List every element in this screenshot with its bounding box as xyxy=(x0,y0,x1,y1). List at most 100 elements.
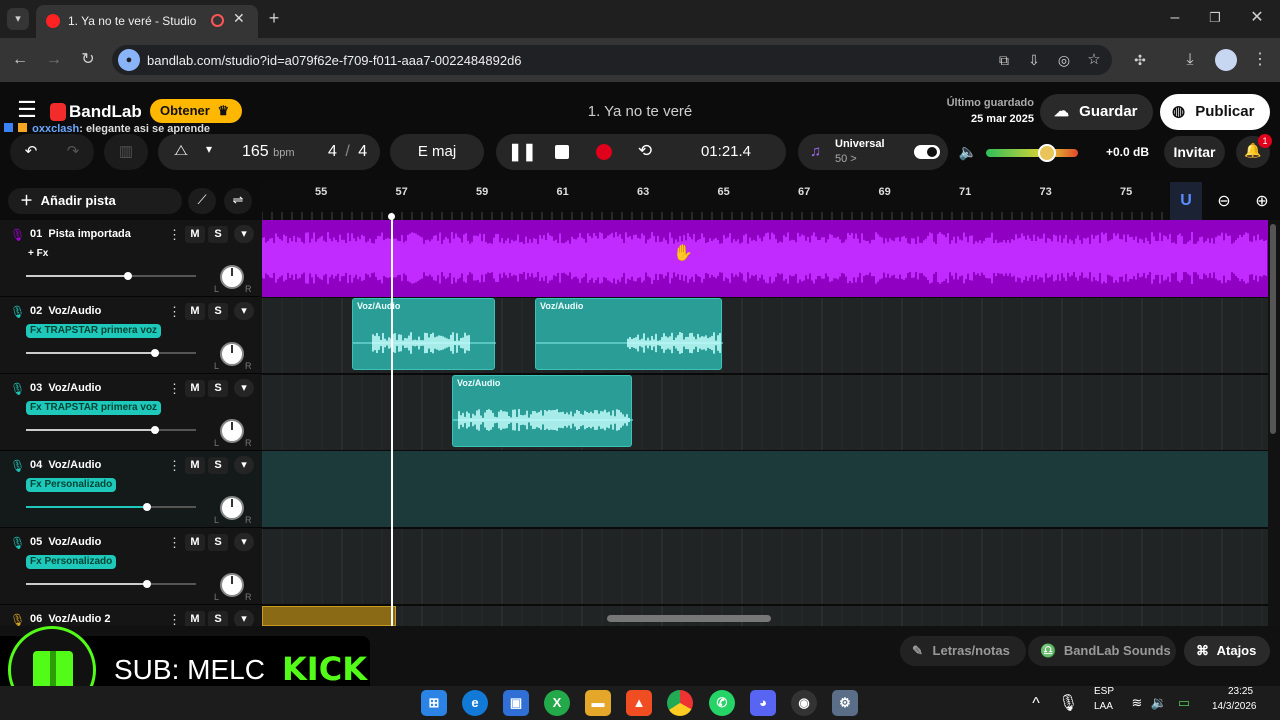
bookmark-star-icon[interactable]: ☆ xyxy=(1084,50,1104,70)
mic-tray-icon[interactable]: 🎙 xyxy=(1058,694,1078,714)
tray-chevron-icon[interactable]: ^ xyxy=(1028,694,1044,714)
track-menu-icon[interactable]: ⋮ xyxy=(168,304,181,320)
guardar-button[interactable]: ☁ Guardar xyxy=(1040,94,1153,130)
xbox-icon[interactable]: X xyxy=(544,690,570,716)
tab-close-icon[interactable]: ✕ xyxy=(233,10,245,27)
publicar-button[interactable]: ◍ Publicar xyxy=(1160,94,1270,130)
fx-preset-tag[interactable]: Fx Personalizado xyxy=(26,478,117,492)
whatsapp-icon[interactable]: ✆ xyxy=(709,690,735,716)
stop-icon[interactable] xyxy=(555,145,569,159)
solo-button[interactable]: S xyxy=(208,380,228,397)
playhead[interactable] xyxy=(391,216,393,626)
audio-clip[interactable]: Voz/Audio xyxy=(535,298,723,370)
lane-track-4-selected[interactable] xyxy=(262,451,1268,527)
audio-clip[interactable]: Voz/Audio xyxy=(352,298,496,370)
track-name[interactable]: 05 Voz/Audio xyxy=(30,536,101,548)
piano-button[interactable]: ▥ xyxy=(104,134,148,170)
letras-button[interactable]: ✎ Letras/notas xyxy=(900,636,1026,666)
timeline-ruler[interactable]: 55 57 59 61 63 65 67 69 71 73 75 xyxy=(262,182,1168,220)
lane-track-1[interactable] xyxy=(262,220,1268,297)
mixer-button[interactable]: ⇌ xyxy=(224,188,252,214)
obs-icon[interactable]: ◉ xyxy=(791,690,817,716)
hamburger-menu-icon[interactable]: ☰ xyxy=(14,99,40,121)
extensions-icon[interactable]: ✣ xyxy=(1130,50,1150,70)
chrome-icon[interactable] xyxy=(667,690,693,716)
metronome-icon[interactable]: ⧍ xyxy=(170,142,192,159)
volume-slider[interactable] xyxy=(26,580,196,588)
volume-slider-thumb[interactable] xyxy=(142,503,151,511)
time-signature[interactable]: 4 / 4 xyxy=(328,143,367,161)
audio-clip-track-6[interactable] xyxy=(262,606,396,626)
mute-button[interactable]: M xyxy=(185,380,205,397)
page-translate-icon[interactable]: ⧉ xyxy=(994,50,1014,70)
notifications-button[interactable]: 🔔 1 xyxy=(1236,134,1272,168)
track-menu-icon[interactable]: ⋮ xyxy=(168,458,181,474)
site-info-icon[interactable]: ● xyxy=(118,49,140,71)
track-menu-icon[interactable]: ⋮ xyxy=(168,381,181,397)
browser-tab[interactable]: 1. Ya no te veré - Studio ✕ xyxy=(36,5,258,38)
zoom-in-icon[interactable]: ⊕ xyxy=(1252,192,1272,212)
track-name[interactable]: 03 Voz/Audio xyxy=(30,382,101,394)
key-selector[interactable]: E maj xyxy=(390,134,484,170)
minimize-icon[interactable]: – xyxy=(1165,8,1185,28)
bandlab-sounds-button[interactable]: ♎ BandLab Sounds xyxy=(1028,636,1176,666)
download-icon[interactable]: ⤓ xyxy=(1180,50,1200,70)
pan-knob[interactable] xyxy=(220,265,244,289)
mute-button[interactable]: M xyxy=(185,457,205,474)
clock-date[interactable]: 14/3/2026 xyxy=(1212,701,1257,712)
obtener-button[interactable]: Obtener ♛ xyxy=(150,99,242,123)
volume-slider-thumb[interactable] xyxy=(124,272,132,280)
install-app-icon[interactable]: ⇩ xyxy=(1024,50,1044,70)
url-field[interactable]: ● bandlab.com/studio?id=a079f62e-f709-f0… xyxy=(112,45,1112,75)
brave-icon[interactable]: ▲ xyxy=(626,690,652,716)
mute-button[interactable]: M xyxy=(185,303,205,320)
track-name[interactable]: 01 Pista importada xyxy=(30,228,131,240)
record-icon[interactable] xyxy=(596,144,612,160)
wifi-icon[interactable]: ≋ xyxy=(1128,693,1146,713)
discord-icon[interactable]: ◕ xyxy=(750,690,776,716)
pan-knob[interactable] xyxy=(220,342,244,366)
undo-icon[interactable]: ↶ xyxy=(20,142,42,160)
track-name[interactable]: 02 Voz/Audio xyxy=(30,305,101,317)
instrument-toggle[interactable] xyxy=(914,145,940,159)
battery-icon[interactable]: ▭ xyxy=(1174,693,1194,713)
volume-tray-icon[interactable]: 🔉 xyxy=(1150,693,1168,713)
track-name[interactable]: 04 Voz/Audio xyxy=(30,459,101,471)
vertical-scroll-thumb[interactable] xyxy=(1270,224,1276,434)
reload-icon[interactable]: ↻ xyxy=(78,50,98,70)
track-header-3[interactable]: 🎙 03 Voz/Audio ⋮ M S ▾ Fx TRAPSTAR primer… xyxy=(0,374,262,451)
track-header-4[interactable]: 🎙 04 Voz/Audio ⋮ M S ▾ Fx Personalizado L… xyxy=(0,451,262,528)
pause-icon[interactable]: ❚❚ xyxy=(508,142,537,162)
back-icon[interactable]: ← xyxy=(10,50,30,70)
volume-slider[interactable] xyxy=(26,426,196,434)
lang-line2[interactable]: LAA xyxy=(1094,701,1113,712)
track-expand-icon[interactable]: ▾ xyxy=(234,225,254,243)
horizontal-scroll-thumb[interactable] xyxy=(607,615,771,622)
track-name[interactable]: 06 Voz/Audio 2 xyxy=(30,613,111,625)
snap-magnet-button[interactable]: U xyxy=(1170,182,1202,220)
folder-icon[interactable]: ▬ xyxy=(585,690,611,716)
metronome-chevron-icon[interactable]: ▾ xyxy=(202,142,216,156)
fx-preset-tag[interactable]: Fx Personalizado xyxy=(26,555,117,569)
tab-list-chevron-icon[interactable]: ▾ xyxy=(7,8,29,30)
atajos-button[interactable]: ⌘ Atajos xyxy=(1184,636,1270,666)
volume-meter[interactable] xyxy=(986,144,1078,162)
audio-clip[interactable]: Voz/Audio xyxy=(452,375,633,447)
window-close-icon[interactable]: ✕ xyxy=(1247,8,1267,28)
fx-preset-tag[interactable]: Fx TRAPSTAR primera voz xyxy=(26,401,162,415)
volume-slider-thumb[interactable] xyxy=(151,349,160,357)
track-header-1[interactable]: 🎙 01 Pista importada ⋮ M S ▾ + Fx L R xyxy=(0,220,262,297)
vertical-scrollbar[interactable] xyxy=(1268,220,1280,626)
edge-icon[interactable]: e xyxy=(462,690,488,716)
fx-preset-tag[interactable]: + Fx xyxy=(24,247,52,261)
track-menu-icon[interactable]: ⋮ xyxy=(168,227,181,243)
profile-avatar[interactable] xyxy=(1215,49,1237,71)
automation-button[interactable]: ⟋ xyxy=(188,188,216,214)
pan-knob[interactable] xyxy=(220,496,244,520)
solo-button[interactable]: S xyxy=(208,534,228,551)
loop-icon[interactable]: ⟲ xyxy=(634,141,656,161)
browser-menu-icon[interactable]: ⋮ xyxy=(1252,50,1268,70)
track-expand-icon[interactable]: ▾ xyxy=(234,533,254,551)
track-header-2[interactable]: 🎙 02 Voz/Audio ⋮ M S ▾ Fx TRAPSTAR primer… xyxy=(0,297,262,374)
track-menu-icon[interactable]: ⋮ xyxy=(168,535,181,551)
